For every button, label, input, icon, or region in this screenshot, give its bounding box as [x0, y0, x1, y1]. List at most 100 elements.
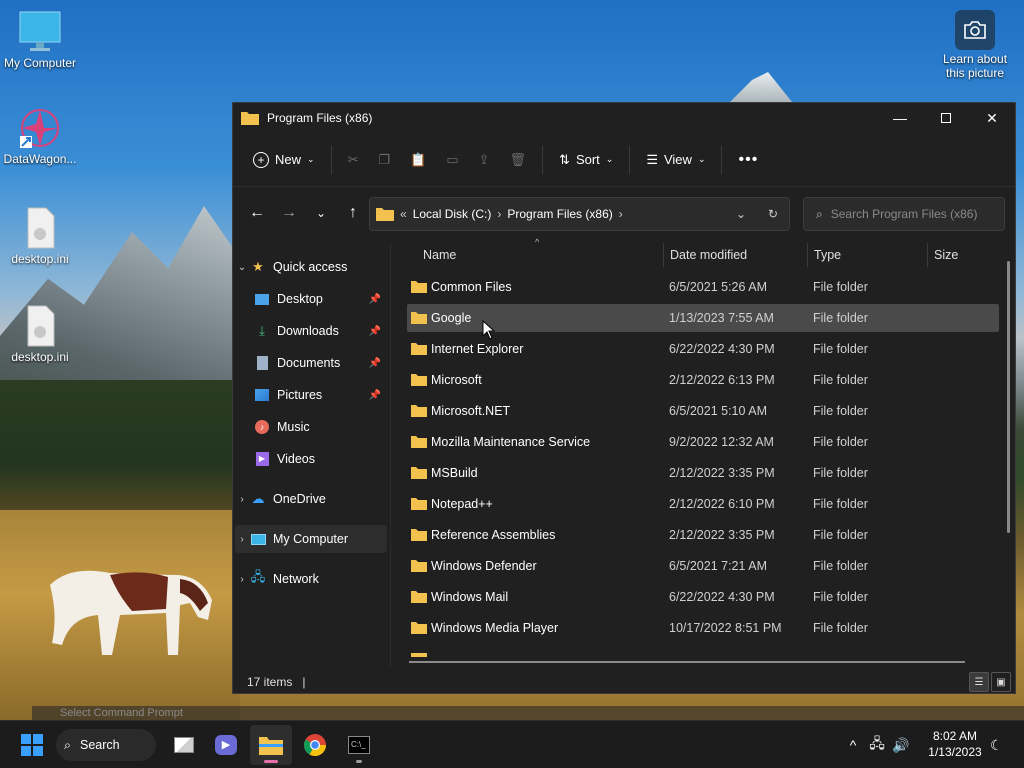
nav-onedrive[interactable]: › ☁ OneDrive	[235, 485, 387, 513]
column-divider[interactable]	[663, 243, 664, 267]
expand-chevron-icon[interactable]: ›	[235, 534, 249, 545]
wallpaper-forest	[0, 380, 240, 520]
column-header-size[interactable]: Size	[934, 243, 958, 267]
table-row[interactable]: Mozilla Maintenance Service 9/2/2022 12:3…	[407, 428, 999, 456]
desktop-icon-datawagon[interactable]: DataWagon...	[0, 106, 80, 166]
vertical-scrollbar[interactable]	[1007, 261, 1010, 533]
table-row[interactable]: Windows Media Player 10/17/2022 8:51 PM Fi…	[407, 614, 999, 642]
nav-network[interactable]: › 🖧 Network	[235, 565, 387, 593]
learn-about-picture[interactable]: Learn about this picture	[934, 10, 1016, 80]
sort-button[interactable]: ⇅ Sort ⌄	[549, 143, 623, 177]
column-divider[interactable]	[807, 243, 808, 267]
chevron-right-icon[interactable]: ›	[619, 207, 623, 221]
up-button[interactable]: ↑	[337, 197, 369, 229]
nav-my-computer[interactable]: › My Computer	[235, 525, 387, 553]
expand-chevron-icon[interactable]: ›	[235, 494, 249, 505]
file-name: Internet Explorer	[431, 342, 524, 356]
paste-button[interactable]: 📋	[400, 143, 436, 177]
nav-videos[interactable]: ▶ Videos	[253, 445, 387, 473]
rename-button[interactable]: ▭	[436, 143, 468, 177]
forward-button[interactable]: →	[273, 197, 305, 229]
folder-icon	[411, 436, 427, 448]
search-box[interactable]: ⌕	[803, 197, 1005, 231]
table-row[interactable]: MSBuild 2/12/2022 3:35 PM File folder	[407, 459, 999, 487]
pin-icon[interactable]: 📌	[369, 326, 381, 337]
table-row[interactable]: Notepad++ 2/12/2022 6:10 PM File folder	[407, 490, 999, 518]
file-type: File folder	[813, 497, 868, 511]
minimize-button[interactable]: —	[877, 103, 923, 133]
expand-chevron-icon[interactable]: ›	[235, 574, 249, 585]
nav-desktop[interactable]: Desktop 📌	[253, 285, 387, 313]
pin-icon[interactable]: 📌	[369, 358, 381, 369]
task-view-button[interactable]	[164, 725, 204, 765]
table-row[interactable]: Common Files 6/5/2021 5:26 AM File folder	[407, 273, 999, 301]
tiles-view-button[interactable]: ▣	[991, 672, 1011, 692]
nav-quick-access[interactable]: ⌄ ★ Quick access	[235, 253, 387, 281]
desktop-icon-my-computer[interactable]: My Computer	[0, 10, 80, 70]
share-button[interactable]: ⇪	[469, 143, 500, 177]
breadcrumb-local-disk[interactable]: Local Disk (C:)	[413, 207, 492, 221]
column-header-name[interactable]: Name	[423, 243, 456, 267]
file-name: Windows Mail	[431, 590, 509, 604]
back-button[interactable]: ←	[241, 197, 273, 229]
nav-documents[interactable]: Documents 📌	[253, 349, 387, 377]
taskbar-search[interactable]: ⌕ Search	[56, 729, 156, 761]
chevron-up-icon[interactable]: ^	[842, 737, 864, 753]
taskbar: ⌕ Search ▶ C:\_ ^ 🖧 🔊 8:02 AM 1/13/2023 …	[0, 720, 1024, 768]
refresh-button[interactable]: ↻	[757, 207, 789, 221]
background-window-title[interactable]: Select Command Prompt	[32, 706, 1024, 720]
delete-button[interactable]: 🗑	[500, 143, 537, 177]
cut-button[interactable]: ✂	[338, 143, 369, 177]
taskbar-chrome[interactable]	[294, 725, 336, 765]
column-header-type[interactable]: Type	[814, 243, 841, 267]
nav-music[interactable]: ♪ Music	[253, 413, 387, 441]
file-date: 2/12/2022 3:35 PM	[669, 466, 775, 480]
taskbar-file-explorer[interactable]	[250, 725, 292, 765]
desktop-icon-desktop-ini-2[interactable]: desktop.ini	[0, 304, 80, 364]
table-row[interactable]: Windows Mail 6/22/2022 4:30 PM File folder	[407, 583, 999, 611]
expand-chevron-icon[interactable]: ⌄	[235, 262, 249, 273]
details-view-button[interactable]: ☰	[969, 672, 989, 692]
pin-icon[interactable]: 📌	[369, 390, 381, 401]
breadcrumb-program-files[interactable]: Program Files (x86)	[507, 207, 612, 221]
horizontal-scrollbar[interactable]	[409, 661, 965, 663]
view-button[interactable]: ☰ View ⌄	[636, 143, 715, 177]
pin-icon[interactable]: 📌	[369, 294, 381, 305]
file-type: File folder	[813, 621, 868, 635]
chevron-right-icon[interactable]: ›	[497, 207, 501, 221]
address-dropdown-button[interactable]: ⌄	[725, 207, 757, 221]
star-icon: ★	[252, 259, 264, 274]
table-row[interactable]: Reference Assemblies 2/12/2022 3:35 PM Fil…	[407, 521, 999, 549]
nav-downloads[interactable]: ⤓ Downloads 📌	[253, 317, 387, 345]
column-label: Name	[423, 248, 457, 262]
network-status-icon[interactable]: 🖧	[864, 733, 890, 757]
address-bar[interactable]: « Local Disk (C:) › Program Files (x86) …	[369, 197, 790, 231]
taskbar-command-prompt[interactable]: C:\_	[338, 725, 380, 765]
video-icon: ▶	[253, 451, 271, 467]
more-button[interactable]: •••	[728, 143, 768, 177]
column-header-date[interactable]: Date modified	[670, 243, 747, 267]
desktop-icon-desktop-ini-1[interactable]: desktop.ini	[0, 206, 80, 266]
column-divider[interactable]	[927, 243, 928, 267]
recent-locations-button[interactable]: ⌄	[305, 197, 337, 229]
table-row[interactable]: Windows Defender 6/5/2021 7:21 AM File fol…	[407, 552, 999, 580]
volume-icon[interactable]: 🔊	[890, 737, 912, 754]
close-button[interactable]: ✕	[969, 103, 1015, 133]
maximize-button[interactable]	[923, 103, 969, 133]
new-button[interactable]: + New ⌄	[243, 143, 325, 177]
search-input[interactable]	[830, 207, 991, 221]
title-bar[interactable]: Program Files (x86) — ✕	[233, 103, 1015, 133]
overflow-chevron-icon[interactable]: «	[400, 207, 407, 221]
chat-button[interactable]: ▶	[206, 725, 246, 765]
table-row[interactable]: Microsoft 2/12/2022 6:13 PM File folder	[407, 366, 999, 394]
notification-button[interactable]: ☾	[990, 721, 1003, 768]
status-separator: |	[302, 675, 306, 689]
copy-button[interactable]: ❐	[368, 143, 400, 177]
start-button[interactable]	[12, 725, 52, 765]
table-row[interactable]: Microsoft.NET 6/5/2021 5:10 AM File folder	[407, 397, 999, 425]
file-explorer-window[interactable]: Program Files (x86) — ✕ + New ⌄ ✂ ❐ 📋 ▭ …	[232, 102, 1016, 694]
nav-pictures[interactable]: Pictures 📌	[253, 381, 387, 409]
clock[interactable]: 8:02 AM 1/13/2023	[922, 728, 988, 760]
chevron-down-icon: ⌄	[315, 206, 327, 220]
desktop-icon-label: DataWagon...	[3, 152, 77, 166]
